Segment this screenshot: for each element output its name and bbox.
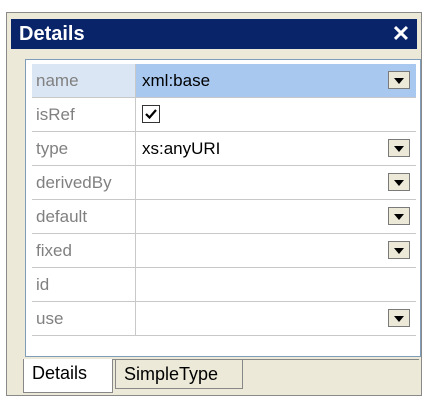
property-value[interactable]: xml:base	[136, 64, 416, 97]
details-panel: Details ✕ name xml:base isRef type xs:an…	[6, 12, 422, 396]
property-name: name	[32, 64, 136, 97]
property-name: use	[32, 302, 136, 335]
property-name: id	[32, 268, 136, 301]
checkmark-icon	[145, 109, 157, 120]
property-grid: name xml:base isRef type xs:anyURI deriv…	[25, 59, 421, 357]
dropdown-button[interactable]	[388, 173, 410, 191]
tab-simpletype[interactable]: SimpleType	[115, 359, 243, 389]
property-value[interactable]	[136, 268, 416, 301]
title-bar: Details ✕	[11, 19, 417, 49]
isref-checkbox[interactable]	[142, 105, 160, 123]
property-name: type	[32, 132, 136, 165]
dropdown-button[interactable]	[388, 139, 410, 157]
property-value-cell	[136, 98, 416, 131]
dropdown-button[interactable]	[388, 241, 410, 259]
property-value[interactable]: xs:anyURI	[136, 132, 416, 165]
row-id[interactable]: id	[32, 268, 416, 302]
panel-title: Details	[19, 23, 85, 45]
property-value[interactable]	[136, 200, 416, 233]
dropdown-button[interactable]	[388, 207, 410, 225]
row-type[interactable]: type xs:anyURI	[32, 132, 416, 166]
dropdown-button[interactable]	[388, 71, 410, 89]
property-name: fixed	[32, 234, 136, 267]
row-use[interactable]: use	[32, 302, 416, 336]
property-value[interactable]	[136, 166, 416, 199]
property-value[interactable]	[136, 302, 416, 335]
property-name: default	[32, 200, 136, 233]
tab-strip: Details SimpleType	[23, 359, 419, 393]
row-default[interactable]: default	[32, 200, 416, 234]
property-value[interactable]	[136, 234, 416, 267]
row-isref[interactable]: isRef	[32, 98, 416, 132]
row-fixed[interactable]: fixed	[32, 234, 416, 268]
close-icon[interactable]: ✕	[389, 19, 413, 49]
tab-details[interactable]: Details	[23, 359, 113, 393]
property-name: isRef	[32, 98, 136, 131]
property-name: derivedBy	[32, 166, 136, 199]
dropdown-button[interactable]	[388, 309, 410, 327]
row-derivedby[interactable]: derivedBy	[32, 166, 416, 200]
row-name[interactable]: name xml:base	[32, 64, 416, 98]
